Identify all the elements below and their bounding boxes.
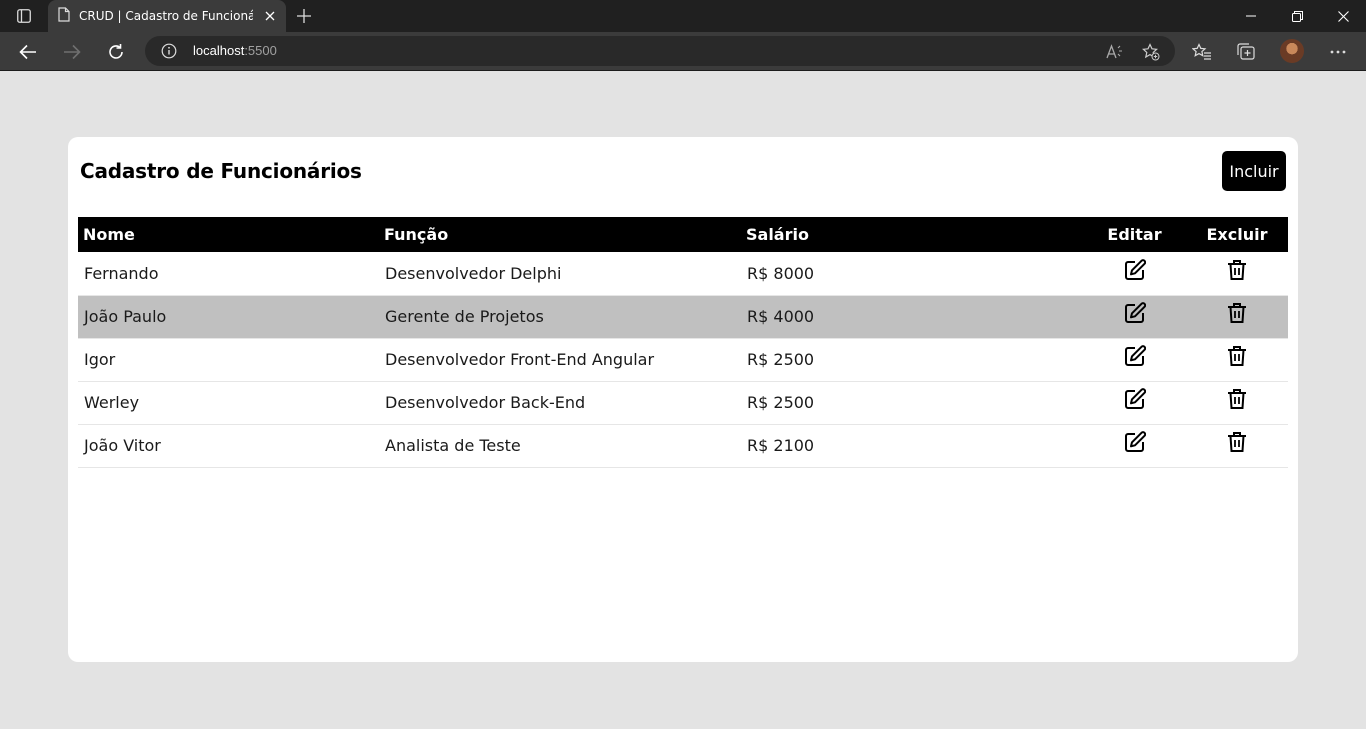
tab-title: CRUD | Cadastro de Funcionários <box>79 9 253 23</box>
close-tab-icon[interactable] <box>262 8 278 24</box>
cell-funcao: Desenvolvedor Delphi <box>385 263 562 283</box>
add-favorite-icon[interactable] <box>1141 42 1161 62</box>
browser-tab-bar: CRUD | Cadastro de Funcionários <box>0 0 1366 32</box>
cell-funcao: Analista de Teste <box>385 436 521 455</box>
cell-salario: R$ 4000 <box>747 307 815 326</box>
cell-editar <box>1083 252 1186 295</box>
include-button[interactable]: Incluir <box>1222 151 1286 191</box>
back-icon[interactable] <box>16 40 40 64</box>
browser-toolbar: localhost:5500 <box>0 32 1366 71</box>
cell-editar <box>1083 295 1186 338</box>
url-port: :5500 <box>244 43 277 58</box>
column-header-nome: Nome <box>83 225 135 244</box>
favorites-icon[interactable] <box>1190 40 1214 64</box>
table-row: Igor Desenvolvedor Front-End Angular R$ … <box>78 338 1288 381</box>
trash-icon[interactable] <box>1225 430 1249 454</box>
browser-tab[interactable]: CRUD | Cadastro de Funcionários <box>48 0 286 32</box>
refresh-icon[interactable] <box>104 40 128 64</box>
url-host: localhost <box>193 43 245 58</box>
restore-icon[interactable] <box>1287 6 1307 26</box>
cell-salario: R$ 2500 <box>747 350 815 369</box>
employee-card: Cadastro de Funcionários Incluir Nome Fu… <box>68 137 1298 662</box>
edit-icon[interactable] <box>1123 344 1147 368</box>
cell-funcao: Gerente de Projetos <box>385 307 544 326</box>
trash-icon[interactable] <box>1225 344 1249 368</box>
collections-icon[interactable] <box>1234 40 1258 64</box>
employee-table: Nome Função Salário Editar Excluir Ferna… <box>78 217 1288 468</box>
column-header-funcao: Função <box>384 225 449 244</box>
cell-nome: João Paulo <box>84 307 167 326</box>
edit-icon[interactable] <box>1123 258 1147 282</box>
page-icon <box>58 6 70 26</box>
cell-excluir <box>1186 338 1288 381</box>
cell-funcao: Desenvolvedor Back-End <box>385 393 586 412</box>
table-row: Werley Desenvolvedor Back-End R$ 2500 <box>78 381 1288 424</box>
avatar[interactable] <box>1280 39 1304 63</box>
new-tab-icon[interactable] <box>294 6 314 26</box>
url-text[interactable]: localhost:5500 <box>193 43 277 58</box>
cell-nome: Werley <box>84 393 140 412</box>
forward-icon[interactable] <box>60 40 84 64</box>
column-header-excluir: Excluir <box>1206 225 1268 244</box>
cell-nome: Fernando <box>84 263 159 283</box>
cell-editar <box>1083 338 1186 381</box>
table-row: João Paulo Gerente de Projetos R$ 4000 <box>78 295 1288 338</box>
cell-excluir <box>1186 295 1288 338</box>
cell-editar <box>1083 381 1186 424</box>
cell-excluir <box>1186 424 1288 467</box>
trash-icon[interactable] <box>1225 301 1249 325</box>
minimize-icon[interactable] <box>1241 6 1261 26</box>
table-row: Fernando Desenvolvedor Delphi R$ 8000 <box>78 252 1288 295</box>
info-icon[interactable] <box>161 43 177 59</box>
close-window-icon[interactable] <box>1333 6 1353 26</box>
trash-icon[interactable] <box>1225 387 1249 411</box>
table-row: João Vitor Analista de Teste R$ 2100 <box>78 424 1288 467</box>
page-title: Cadastro de Funcionários <box>80 159 362 183</box>
cell-funcao: Desenvolvedor Front-End Angular <box>385 350 655 369</box>
trash-icon[interactable] <box>1225 258 1249 282</box>
read-aloud-icon[interactable] <box>1105 42 1125 62</box>
tab-actions-icon[interactable] <box>9 7 39 25</box>
cell-salario: R$ 2100 <box>747 436 815 455</box>
edit-icon[interactable] <box>1123 430 1147 454</box>
table-header-row: Nome Função Salário Editar Excluir <box>78 217 1288 252</box>
column-header-salario: Salário <box>746 225 809 244</box>
edit-icon[interactable] <box>1123 301 1147 325</box>
cell-salario: R$ 2500 <box>747 393 815 412</box>
cell-excluir <box>1186 252 1288 295</box>
cell-nome: Igor <box>84 350 116 369</box>
more-options-icon[interactable] <box>1326 40 1350 64</box>
cell-salario: R$ 8000 <box>747 263 815 283</box>
cell-excluir <box>1186 381 1288 424</box>
cell-editar <box>1083 424 1186 467</box>
edit-icon[interactable] <box>1123 387 1147 411</box>
cell-nome: João Vitor <box>84 436 161 455</box>
address-bar[interactable]: localhost:5500 <box>145 36 1175 66</box>
column-header-editar: Editar <box>1107 225 1162 244</box>
table-body: Fernando Desenvolvedor Delphi R$ 8000 Jo… <box>78 252 1288 467</box>
